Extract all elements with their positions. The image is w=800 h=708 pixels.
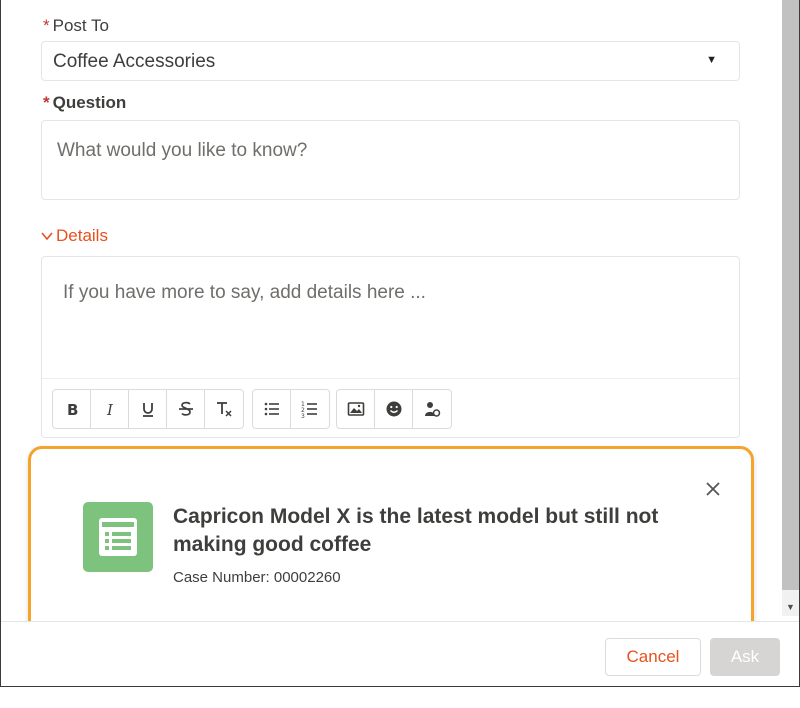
post-to-select[interactable]: Coffee Accessories ▼ [41, 41, 740, 81]
panel-footer: Cancel Ask [1, 621, 799, 686]
close-icon[interactable] [702, 479, 724, 501]
chevron-down-icon [41, 228, 53, 244]
cancel-button[interactable]: Cancel [605, 638, 701, 676]
case-title-link[interactable]: Capricon Model X is the latest model but… [173, 503, 693, 559]
ask-question-panel: ▼ * Post To Coffee Accessories ▼ * Questio… [0, 0, 800, 687]
insert-group [336, 389, 452, 429]
bullet-list-button[interactable] [253, 390, 291, 428]
mention-icon [425, 402, 441, 417]
post-to-label: * Post To [43, 16, 110, 35]
numbered-list-button[interactable]: 123 [291, 390, 329, 428]
bullet-list-icon [264, 402, 279, 416]
question-label: * Question [43, 93, 127, 112]
bold-button[interactable]: B [53, 390, 91, 428]
strikethrough-button[interactable] [167, 390, 205, 428]
suggested-case-card[interactable]: Capricon Model X is the latest model but… [28, 446, 754, 634]
emoji-button[interactable] [375, 390, 413, 428]
italic-icon: I [106, 401, 114, 418]
mention-button[interactable] [413, 390, 451, 428]
scrollbar-thumb[interactable] [782, 0, 799, 590]
bold-icon: B [67, 401, 78, 418]
editor-divider [42, 378, 739, 379]
underline-icon [142, 403, 153, 417]
case-document-icon [83, 502, 153, 572]
scrollbar[interactable]: ▼ [782, 0, 799, 616]
clear-format-button[interactable] [205, 390, 243, 428]
question-placeholder: What would you like to know? [57, 140, 308, 161]
underline-button[interactable] [129, 390, 167, 428]
list-format-group: 123 [252, 389, 330, 429]
numbered-list-icon: 123 [301, 401, 317, 418]
image-button[interactable] [337, 390, 375, 428]
post-to-value: Coffee Accessories [53, 51, 216, 72]
question-input[interactable]: What would you like to know? [41, 120, 740, 200]
ask-button[interactable]: Ask [710, 638, 780, 676]
image-icon [347, 402, 364, 416]
scroll-down-icon[interactable]: ▼ [782, 600, 799, 614]
details-label: Details [56, 226, 108, 245]
details-toggle[interactable]: Details [41, 226, 108, 246]
case-number: Case Number: 00002260 [173, 569, 341, 586]
caret-down-icon: ▼ [706, 54, 717, 66]
emoji-icon [386, 401, 401, 417]
svg-text:B: B [67, 401, 78, 418]
text-format-group: B I [52, 389, 244, 429]
required-marker: * [43, 16, 50, 35]
clear-format-icon [217, 402, 232, 417]
details-editor[interactable]: If you have more to say, add details her… [41, 256, 740, 438]
required-marker: * [43, 93, 50, 112]
svg-text:3: 3 [301, 413, 305, 418]
italic-button[interactable]: I [91, 390, 129, 428]
strikethrough-icon [178, 401, 193, 416]
details-placeholder: If you have more to say, add details her… [63, 282, 426, 303]
svg-text:I: I [106, 401, 114, 418]
